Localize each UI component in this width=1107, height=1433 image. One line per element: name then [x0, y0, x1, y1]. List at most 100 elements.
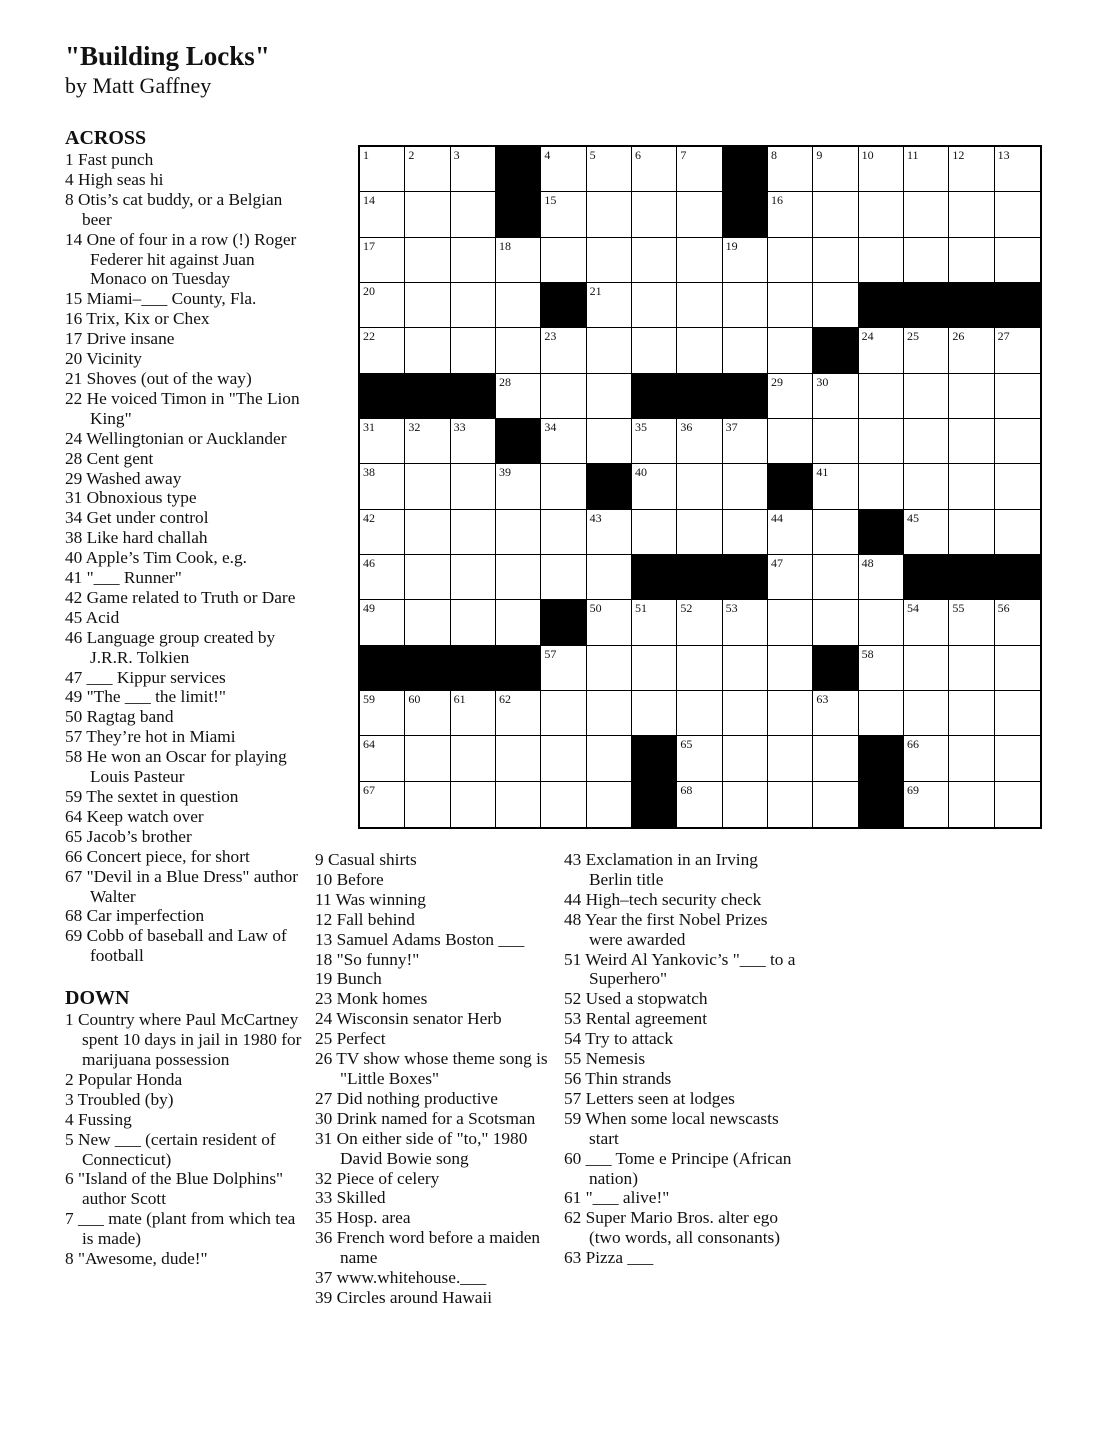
grid-cell[interactable] — [632, 328, 678, 374]
grid-cell[interactable] — [994, 464, 1040, 510]
grid-cell[interactable]: 20 — [360, 283, 406, 329]
grid-cell[interactable] — [994, 645, 1040, 691]
grid-cell[interactable] — [949, 781, 995, 827]
grid-cell[interactable] — [768, 736, 814, 782]
grid-cell[interactable]: 22 — [360, 328, 406, 374]
grid-cell[interactable]: 40 — [632, 464, 678, 510]
grid-cell[interactable] — [541, 555, 587, 601]
grid-cell[interactable] — [541, 509, 587, 555]
grid-cell[interactable] — [586, 192, 632, 238]
grid-cell[interactable]: 64 — [360, 736, 406, 782]
grid-cell[interactable] — [858, 464, 904, 510]
grid-cell[interactable]: 1 — [360, 147, 406, 193]
grid-cell[interactable] — [994, 781, 1040, 827]
grid-cell[interactable] — [858, 691, 904, 737]
grid-cell[interactable] — [632, 237, 678, 283]
grid-cell[interactable]: 12 — [949, 147, 995, 193]
grid-cell[interactable]: 10 — [858, 147, 904, 193]
grid-cell[interactable] — [677, 691, 723, 737]
grid-cell[interactable] — [405, 328, 451, 374]
grid-cell[interactable] — [949, 419, 995, 465]
grid-cell[interactable] — [450, 509, 496, 555]
grid-cell[interactable]: 62 — [496, 691, 542, 737]
grid-cell[interactable]: 8 — [768, 147, 814, 193]
grid-cell[interactable] — [632, 283, 678, 329]
grid-cell[interactable] — [405, 736, 451, 782]
grid-cell[interactable] — [450, 781, 496, 827]
grid-cell[interactable] — [541, 781, 587, 827]
grid-cell[interactable] — [450, 464, 496, 510]
grid-cell[interactable] — [768, 691, 814, 737]
grid-cell[interactable] — [632, 691, 678, 737]
grid-cell[interactable]: 48 — [858, 555, 904, 601]
grid-cell[interactable] — [677, 464, 723, 510]
grid-cell[interactable]: 16 — [768, 192, 814, 238]
grid-cell[interactable] — [949, 736, 995, 782]
grid-cell[interactable] — [586, 237, 632, 283]
grid-cell[interactable] — [904, 691, 950, 737]
grid-cell[interactable] — [541, 237, 587, 283]
grid-cell[interactable] — [586, 555, 632, 601]
grid-cell[interactable] — [813, 600, 859, 646]
grid-cell[interactable] — [994, 237, 1040, 283]
grid-cell[interactable] — [858, 419, 904, 465]
grid-cell[interactable]: 53 — [722, 600, 768, 646]
grid-cell[interactable] — [722, 464, 768, 510]
grid-cell[interactable] — [994, 373, 1040, 419]
grid-cell[interactable] — [858, 600, 904, 646]
grid-cell[interactable]: 43 — [586, 509, 632, 555]
grid-cell[interactable]: 19 — [722, 237, 768, 283]
grid-cell[interactable] — [496, 781, 542, 827]
grid-cell[interactable] — [994, 192, 1040, 238]
grid-cell[interactable] — [632, 645, 678, 691]
grid-cell[interactable] — [405, 237, 451, 283]
grid-cell[interactable]: 44 — [768, 509, 814, 555]
grid-cell[interactable] — [722, 781, 768, 827]
grid-cell[interactable] — [994, 736, 1040, 782]
grid-cell[interactable] — [722, 328, 768, 374]
grid-cell[interactable] — [904, 237, 950, 283]
grid-cell[interactable] — [722, 645, 768, 691]
grid-cell[interactable]: 59 — [360, 691, 406, 737]
grid-cell[interactable]: 66 — [904, 736, 950, 782]
grid-cell[interactable]: 15 — [541, 192, 587, 238]
grid-cell[interactable] — [994, 691, 1040, 737]
grid-cell[interactable]: 46 — [360, 555, 406, 601]
grid-cell[interactable]: 37 — [722, 419, 768, 465]
grid-cell[interactable] — [496, 509, 542, 555]
grid-cell[interactable] — [813, 237, 859, 283]
grid-cell[interactable]: 14 — [360, 192, 406, 238]
grid-cell[interactable] — [949, 645, 995, 691]
grid-cell[interactable]: 23 — [541, 328, 587, 374]
grid-cell[interactable]: 41 — [813, 464, 859, 510]
grid-cell[interactable]: 6 — [632, 147, 678, 193]
grid-cell[interactable] — [813, 192, 859, 238]
grid-cell[interactable] — [813, 419, 859, 465]
grid-cell[interactable]: 3 — [450, 147, 496, 193]
grid-cell[interactable]: 2 — [405, 147, 451, 193]
grid-cell[interactable] — [904, 192, 950, 238]
grid-cell[interactable] — [677, 237, 723, 283]
grid-cell[interactable] — [904, 464, 950, 510]
grid-cell[interactable] — [450, 736, 496, 782]
grid-cell[interactable]: 32 — [405, 419, 451, 465]
grid-cell[interactable]: 57 — [541, 645, 587, 691]
grid-cell[interactable] — [768, 328, 814, 374]
grid-cell[interactable]: 30 — [813, 373, 859, 419]
grid-cell[interactable] — [768, 781, 814, 827]
grid-cell[interactable] — [813, 555, 859, 601]
grid-cell[interactable]: 63 — [813, 691, 859, 737]
grid-cell[interactable]: 58 — [858, 645, 904, 691]
grid-cell[interactable] — [904, 373, 950, 419]
grid-cell[interactable] — [768, 283, 814, 329]
grid-cell[interactable] — [450, 237, 496, 283]
grid-cell[interactable] — [450, 283, 496, 329]
grid-cell[interactable] — [677, 509, 723, 555]
grid-cell[interactable] — [450, 328, 496, 374]
grid-cell[interactable] — [904, 645, 950, 691]
grid-cell[interactable]: 29 — [768, 373, 814, 419]
grid-cell[interactable]: 54 — [904, 600, 950, 646]
grid-cell[interactable]: 7 — [677, 147, 723, 193]
grid-cell[interactable]: 67 — [360, 781, 406, 827]
grid-cell[interactable] — [586, 691, 632, 737]
